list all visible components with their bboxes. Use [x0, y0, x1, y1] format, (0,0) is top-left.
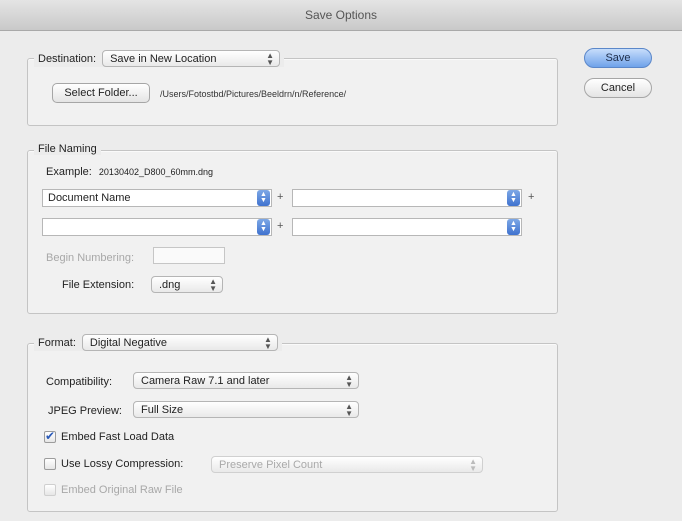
stepper-icon[interactable]: ▲ ▼ — [507, 190, 520, 206]
popup-arrows-icon: ▲ ▼ — [469, 456, 477, 473]
save-options-dialog: Save Options Save Cancel Destination: Sa… — [0, 0, 682, 521]
jpeg-preview-popup[interactable]: Full Size ▲ ▼ — [133, 401, 359, 418]
stepper-icon[interactable]: ▲ ▼ — [507, 219, 520, 235]
format-label: Format: — [38, 336, 76, 349]
example-value: 20130402_D800_60mm.dng — [98, 167, 214, 177]
popup-arrows-icon: ▲ ▼ — [266, 50, 275, 67]
popup-arrows-icon: ▲ ▼ — [345, 372, 353, 389]
popup-arrows-icon: ▲ ▼ — [209, 276, 217, 293]
popup-arrows-icon: ▲ ▼ — [345, 401, 353, 418]
plus-icon: + — [528, 191, 535, 203]
save-button[interactable]: Save — [584, 48, 652, 68]
cancel-button[interactable]: Cancel — [584, 78, 652, 98]
jpeg-preview-label: JPEG Preview: — [48, 405, 122, 417]
compatibility-label: Compatibility: — [46, 376, 113, 388]
format-row: Format: Digital Negative ▲ ▼ — [34, 334, 282, 351]
stepper-icon[interactable]: ▲ ▼ — [257, 219, 270, 235]
lossy-compression-popup[interactable]: Preserve Pixel Count ▲ ▼ — [211, 456, 483, 473]
begin-numbering-label: Begin Numbering: — [46, 252, 135, 264]
example-label: Example: — [46, 166, 92, 178]
plus-icon: + — [277, 220, 284, 232]
example-row: Example: 20130402_D800_60mm.dng — [46, 166, 213, 178]
file-extension-value: .dng — [159, 278, 181, 291]
lossy-compression-label: Use Lossy Compression: — [61, 458, 184, 470]
file-extension-popup[interactable]: .dng ▲ ▼ — [151, 276, 223, 293]
naming-field-1-value: Document Name — [48, 192, 131, 204]
compatibility-popup[interactable]: Camera Raw 7.1 and later ▲ ▼ — [133, 372, 359, 389]
format-value: Digital Negative — [89, 336, 167, 349]
begin-numbering-field[interactable] — [153, 247, 225, 264]
window-title: Save Options — [0, 0, 682, 31]
file-naming-label: File Naming — [38, 143, 97, 155]
select-folder-button[interactable]: Select Folder... — [52, 83, 150, 103]
format-popup[interactable]: Digital Negative ▲ ▼ — [81, 334, 278, 351]
lossy-compression-value: Preserve Pixel Count — [219, 458, 323, 471]
embed-fast-load-label: Embed Fast Load Data — [61, 431, 175, 443]
stepper-icon[interactable]: ▲ ▼ — [257, 190, 270, 206]
destination-label: Destination: — [38, 52, 97, 65]
checkbox-icon[interactable] — [44, 458, 56, 470]
checkbox-icon[interactable] — [44, 484, 56, 496]
lossy-compression-checkbox[interactable]: Use Lossy Compression: — [44, 458, 183, 470]
embed-original-checkbox[interactable]: Embed Original Raw File — [44, 484, 183, 496]
checkbox-checked-icon[interactable] — [44, 429, 56, 443]
destination-path: /Users/Fotostbd/Pictures/Beeldrn/n/Refer… — [160, 89, 347, 99]
file-naming-legend: File Naming — [34, 143, 101, 155]
naming-field-1[interactable]: Document Name ▲ ▼ — [42, 189, 272, 207]
file-extension-label: File Extension: — [62, 279, 135, 291]
compatibility-value: Camera Raw 7.1 and later — [141, 374, 270, 387]
popup-arrows-icon: ▲ ▼ — [263, 334, 272, 351]
naming-field-3[interactable]: ▲ ▼ — [42, 218, 272, 236]
embed-original-label: Embed Original Raw File — [61, 484, 183, 496]
plus-icon: + — [277, 191, 284, 203]
naming-field-2[interactable]: ▲ ▼ — [292, 189, 522, 207]
destination-value: Save in New Location — [110, 52, 217, 65]
destination-row: Destination: Save in New Location ▲ ▼ — [34, 50, 285, 67]
embed-fast-load-checkbox[interactable]: Embed Fast Load Data — [44, 429, 175, 443]
naming-field-4[interactable]: ▲ ▼ — [292, 218, 522, 236]
jpeg-preview-value: Full Size — [141, 403, 184, 416]
destination-popup[interactable]: Save in New Location ▲ ▼ — [102, 50, 281, 67]
